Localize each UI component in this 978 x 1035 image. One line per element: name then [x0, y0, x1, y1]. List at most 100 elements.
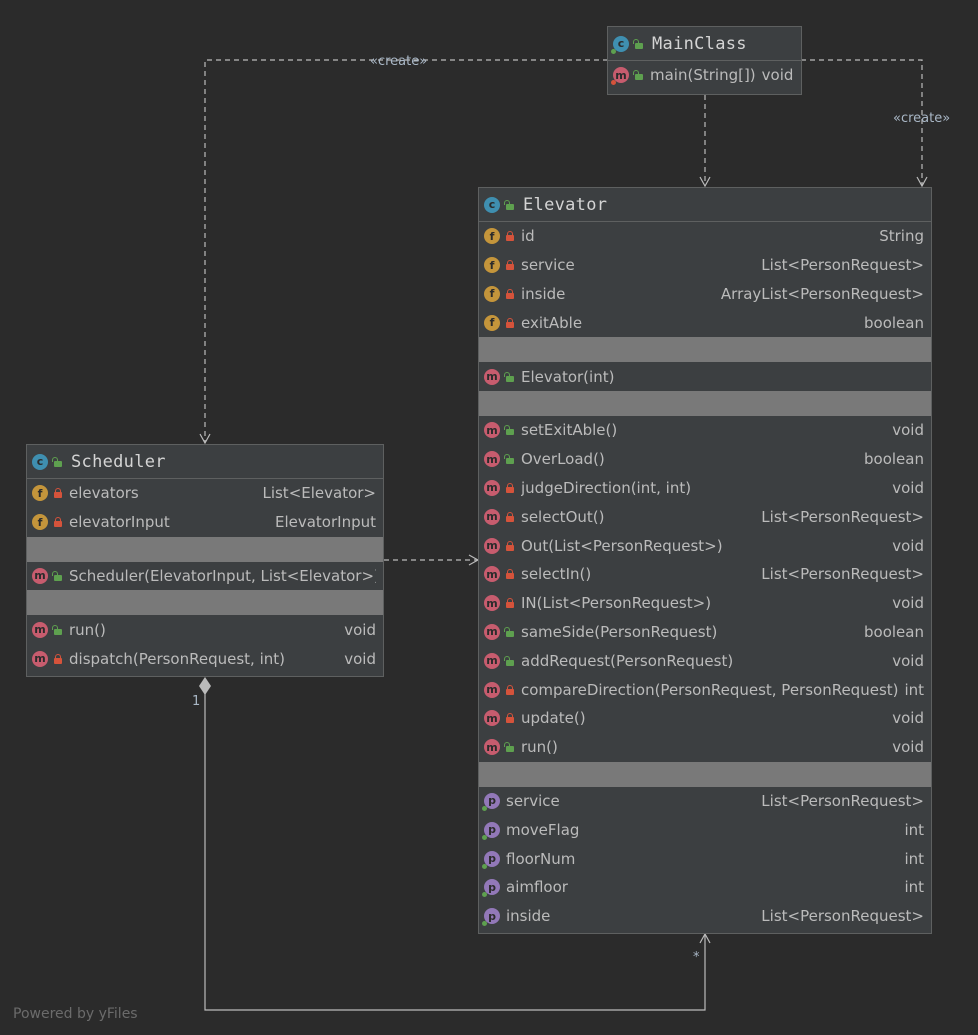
member-row[interactable]: m run() void [479, 733, 931, 762]
public-visibility-icon [633, 70, 644, 81]
private-visibility-icon [505, 511, 515, 522]
private-visibility-icon [53, 517, 63, 528]
member-type: void [892, 536, 924, 555]
member-name: elevatorInput [69, 513, 170, 532]
member-type: void [892, 594, 924, 613]
member-row[interactable]: p aimfloor int [479, 873, 931, 902]
member-row[interactable]: m addRequest(PersonRequest) void [479, 646, 931, 675]
member-row[interactable]: f id String [479, 222, 931, 251]
section-separator [479, 390, 931, 416]
member-type: void [344, 620, 376, 639]
private-visibility-icon [505, 713, 515, 724]
member-name: Out(List<PersonRequest>) [521, 536, 723, 555]
member-row[interactable]: m IN(List<PersonRequest>) void [479, 589, 931, 618]
method-icon: m [484, 681, 500, 698]
public-visibility-icon [504, 742, 515, 753]
member-row[interactable]: m update() void [479, 704, 931, 733]
public-visibility-icon [633, 38, 644, 49]
member-name: selectOut() [521, 507, 605, 526]
member-row[interactable]: m judgeDirection(int, int) void [479, 474, 931, 503]
mainclass-header: c MainClass [608, 27, 801, 61]
class-icon: c [484, 196, 500, 213]
elevator-box[interactable]: c Elevator f id String f service List<PersonR… [478, 187, 932, 934]
property-icon: p [482, 879, 500, 898]
property-icon: p [482, 908, 500, 927]
member-row[interactable]: f elevatorInput ElevatorInput [27, 508, 383, 537]
private-visibility-icon [53, 653, 63, 664]
member-row[interactable]: f elevators List<Elevator> [27, 479, 383, 508]
multiplicity-one: 1 [192, 694, 201, 709]
member-type: boolean [864, 622, 924, 641]
multiplicity-many: * [693, 950, 700, 965]
method-icon: m [484, 451, 500, 468]
field-icon: f [32, 485, 48, 502]
private-visibility-icon [505, 231, 515, 242]
private-visibility-icon [505, 288, 515, 299]
member-name: exitAble [521, 313, 583, 332]
member-type: List<PersonRequest> [761, 907, 924, 926]
member-type: List<PersonRequest> [761, 256, 924, 275]
private-visibility-icon [505, 317, 515, 328]
method-icon: m [484, 595, 500, 612]
member-row[interactable]: m compareDirection(PersonRequest, PersonR… [479, 675, 931, 704]
field-icon: f [484, 228, 500, 245]
property-icon: p [482, 850, 500, 869]
method-icon: m [484, 537, 500, 554]
public-visibility-icon [504, 454, 515, 465]
member-row[interactable]: m run() void [27, 615, 383, 644]
field-icon: f [484, 257, 500, 274]
member-type: ElevatorInput [274, 513, 376, 532]
member-type: List<PersonRequest> [761, 565, 924, 584]
member-type: void [761, 66, 794, 85]
member-row[interactable]: f inside ArrayList<PersonRequest> [479, 280, 931, 309]
member-row[interactable]: m Scheduler(ElevatorInput, List<Elevator>… [27, 562, 383, 591]
member-row[interactable]: m main(String[]) void [608, 61, 801, 90]
member-name: run() [69, 620, 106, 639]
scheduler-title: Scheduler [71, 451, 166, 472]
member-type: int [904, 849, 924, 868]
public-visibility-icon [504, 199, 515, 210]
method-icon: m [32, 621, 48, 638]
section-separator [479, 761, 931, 787]
member-row[interactable]: m selectIn() List<PersonRequest> [479, 560, 931, 589]
public-visibility-icon [504, 626, 515, 637]
member-row[interactable]: p service List<PersonRequest> [479, 787, 931, 816]
member-name: Elevator(int) [521, 367, 615, 386]
method-icon: m [484, 566, 500, 583]
member-name: floorNum [506, 849, 576, 868]
member-row[interactable]: m Out(List<PersonRequest>) void [479, 531, 931, 560]
property-icon: p [482, 792, 500, 811]
scheduler-header: c Scheduler [27, 445, 383, 479]
mainclass-box[interactable]: c MainClass m main(String[]) void [607, 26, 802, 95]
private-visibility-icon [505, 540, 515, 551]
member-row[interactable]: m setExitAble() void [479, 416, 931, 445]
member-name: setExitAble() [521, 421, 618, 440]
create-label-elevator: «create» [893, 111, 951, 126]
member-type: List<Elevator> [262, 484, 376, 503]
member-type: List<PersonRequest> [761, 791, 924, 810]
member-name: run() [521, 738, 558, 757]
member-row[interactable]: m dispatch(PersonRequest, int) void [27, 644, 383, 673]
member-row[interactable]: p floorNum int [479, 844, 931, 873]
method-icon: m [32, 650, 48, 667]
member-type: List<PersonRequest> [761, 507, 924, 526]
private-visibility-icon [505, 569, 515, 580]
member-row[interactable]: p moveFlag int [479, 815, 931, 844]
private-visibility-icon [53, 488, 63, 499]
member-name: moveFlag [506, 820, 580, 839]
scheduler-box[interactable]: c Scheduler f elevators List<Elevator> f ele… [26, 444, 384, 677]
property-icon: p [482, 821, 500, 840]
public-visibility-icon [504, 425, 515, 436]
member-row[interactable]: f exitAble boolean [479, 308, 931, 337]
member-row[interactable]: m OverLoad() boolean [479, 445, 931, 474]
method-icon: m [484, 422, 500, 439]
member-row[interactable]: m Elevator(int) [479, 362, 931, 391]
member-row[interactable]: p inside List<PersonRequest> [479, 902, 931, 931]
method-icon: m [484, 623, 500, 640]
member-row[interactable]: f service List<PersonRequest> [479, 251, 931, 280]
member-name: update() [521, 709, 586, 728]
public-visibility-icon [52, 624, 63, 635]
create-label-scheduler: «create» [370, 54, 428, 69]
member-row[interactable]: m sameSide(PersonRequest) boolean [479, 618, 931, 647]
member-row[interactable]: m selectOut() List<PersonRequest> [479, 502, 931, 531]
